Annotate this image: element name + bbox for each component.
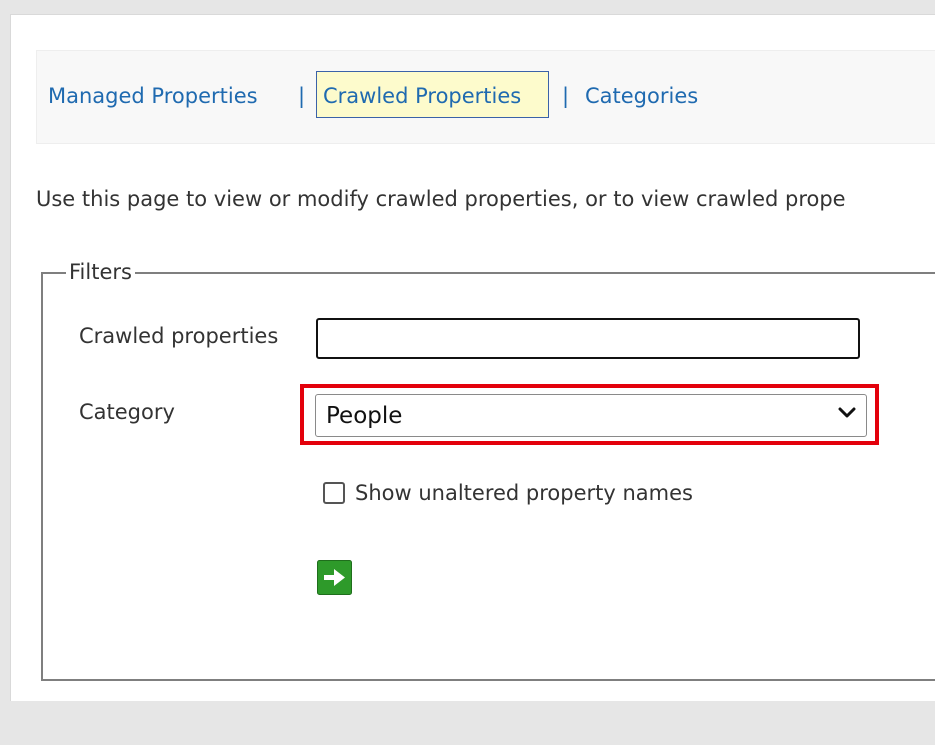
crawled-properties-input[interactable]: [316, 318, 860, 359]
category-select[interactable]: People: [315, 394, 867, 437]
filters-fieldset: Filters Crawled properties Category Peop…: [41, 260, 935, 681]
filters-legend: Filters: [66, 260, 135, 284]
show-unaltered-names-checkbox[interactable]: [323, 482, 345, 504]
page-description: Use this page to view or modify crawled …: [36, 187, 846, 211]
nav-bar: Managed Properties | Crawled Properties …: [36, 50, 935, 144]
category-selected-value: People: [326, 403, 403, 429]
nav-separator: |: [298, 84, 306, 108]
show-unaltered-names-label[interactable]: Show unaltered property names: [355, 481, 693, 505]
arrow-right-icon[interactable]: [317, 560, 352, 595]
crawled-properties-label: Crawled properties: [79, 324, 279, 348]
category-label: Category: [79, 400, 175, 424]
main-panel: Managed Properties | Crawled Properties …: [10, 14, 935, 701]
nav-crawled-properties-label: Crawled Properties: [323, 84, 522, 108]
nav-managed-properties-link[interactable]: Managed Properties: [48, 84, 258, 108]
nav-separator: |: [562, 84, 570, 108]
nav-crawled-properties-tab[interactable]: Crawled Properties: [316, 71, 549, 118]
chevron-down-icon: [838, 407, 856, 418]
nav-categories-link[interactable]: Categories: [585, 84, 698, 108]
